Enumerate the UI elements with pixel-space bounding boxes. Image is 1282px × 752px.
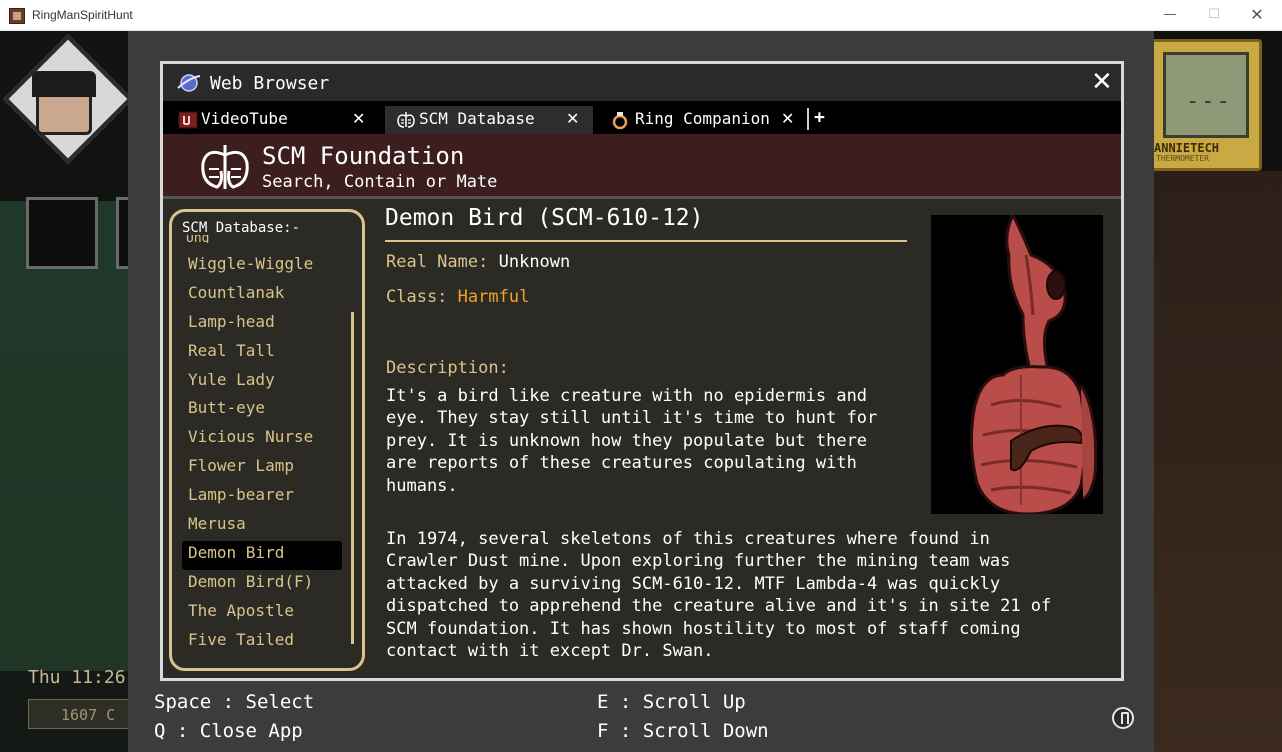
close-window-button[interactable]: ✕ [1246, 5, 1268, 25]
help-icon[interactable] [1112, 707, 1134, 729]
tab-close-icon[interactable]: ✕ [352, 109, 365, 128]
list-scrollbar[interactable] [351, 312, 354, 644]
history-text: In 1974, several skeletons of this creat… [386, 529, 1052, 662]
database-list-title: SCM Database:- [182, 220, 301, 236]
thermometer-label: THERMOMETER [1156, 154, 1209, 163]
ring-icon [612, 112, 628, 130]
browser-titlebar: Web Browser ✕ [163, 64, 1121, 101]
planet-icon [177, 74, 201, 92]
real-name-value: Unknown [498, 252, 571, 272]
thermometer-brand: ANNIETECH [1154, 141, 1220, 155]
real-name-field: Real Name: Unknown [386, 252, 570, 272]
game-clock: Thu 11:26 [28, 667, 126, 688]
tab-ring-companion[interactable]: Ring Companion ✕ [599, 106, 805, 134]
hint-scroll-down: F : Scroll Down [597, 720, 769, 742]
real-name-label: Real Name: [386, 252, 489, 272]
hint-select: Space : Select [154, 691, 315, 713]
list-item[interactable]: Countlanak [182, 281, 342, 310]
list-item[interactable]: Real Tall [182, 339, 342, 368]
database-list[interactable]: Ung SCM Database:- Wiggle-Wiggle Countla… [169, 209, 365, 671]
list-item[interactable]: Five Tailed [182, 628, 342, 657]
tab-separator [807, 108, 809, 130]
os-titlebar: RingManSpiritHunt — ☐ ✕ [0, 0, 1282, 31]
web-browser-window: Web Browser ✕ VideoTube ✕ SCM Database ✕ [160, 61, 1124, 681]
list-item[interactable]: The Apostle [182, 599, 342, 628]
demon-bird-illustration [969, 215, 1098, 514]
inventory-slot [26, 197, 98, 269]
thermometer-reading: --- [1186, 89, 1232, 114]
scm-logo-icon [397, 112, 415, 128]
list-item[interactable]: Vicious Nurse [182, 425, 342, 454]
character-hair [32, 71, 96, 97]
tab-videotube[interactable]: VideoTube ✕ [167, 106, 373, 134]
hint-scroll-up: E : Scroll Up [597, 691, 746, 713]
class-label: Class: [386, 287, 448, 307]
list-item[interactable]: Lamp-bearer [182, 483, 342, 512]
browser-close-button[interactable]: ✕ [1091, 69, 1113, 95]
tab-bar: VideoTube ✕ SCM Database ✕ Ring Companio… [163, 101, 1121, 134]
tab-close-icon[interactable]: ✕ [566, 109, 579, 128]
database-list-items: Wiggle-Wiggle Countlanak Lamp-head Real … [182, 252, 342, 656]
scm-logo-icon [201, 145, 249, 189]
list-item[interactable]: Yule Lady [182, 368, 342, 397]
tab-label: Ring Companion [635, 109, 770, 128]
new-tab-button[interactable]: + [814, 107, 825, 128]
currency-counter: 1607 C [28, 699, 138, 729]
list-item-clipped: Ung [186, 235, 210, 243]
tab-label: VideoTube [201, 109, 288, 128]
list-item[interactable]: Merusa [182, 512, 342, 541]
minimize-button[interactable]: — [1159, 5, 1181, 25]
window-title: RingManSpiritHunt [32, 8, 133, 22]
list-item[interactable]: Demon Bird(F) [182, 570, 342, 599]
description-label: Description: [386, 358, 509, 378]
list-item[interactable]: Wiggle-Wiggle [182, 252, 342, 281]
app-icon [9, 8, 25, 24]
class-field: Class: Harmful [386, 287, 529, 307]
site-name: SCM Foundation [262, 142, 465, 170]
videotube-icon [178, 111, 198, 129]
list-item[interactable]: Lamp-head [182, 310, 342, 339]
list-item[interactable]: Butt-eye [182, 396, 342, 425]
list-item-selected[interactable]: Demon Bird [182, 540, 342, 570]
tab-close-icon[interactable]: ✕ [781, 109, 794, 128]
browser-title: Web Browser [210, 73, 330, 94]
description-text: It's a bird like creature with no epider… [386, 386, 878, 496]
site-header: SCM Foundation Search, Contain or Mate [163, 134, 1121, 199]
title-divider [385, 240, 907, 242]
maximize-button[interactable]: ☐ [1203, 5, 1225, 25]
site-tagline: Search, Contain or Mate [262, 172, 498, 192]
hint-close-app: Q : Close App [154, 720, 303, 742]
class-value: Harmful [457, 287, 530, 307]
tab-scm-database[interactable]: SCM Database ✕ [385, 106, 593, 134]
entry-title: Demon Bird (SCM-610-12) [385, 205, 704, 231]
tab-label: SCM Database [419, 109, 535, 128]
list-item[interactable]: Flower Lamp [182, 454, 342, 483]
creature-image [931, 215, 1103, 514]
